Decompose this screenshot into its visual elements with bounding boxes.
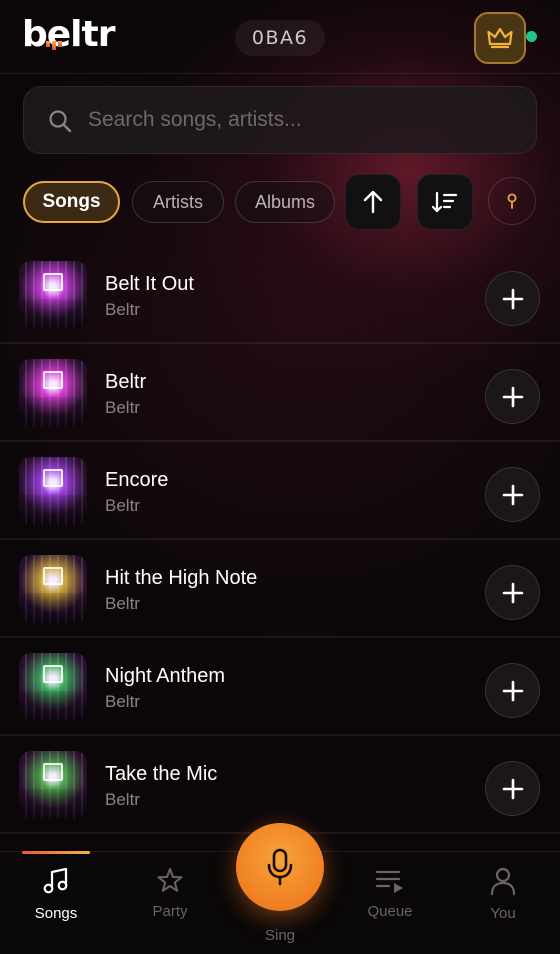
song-row[interactable]: Belt It Out Beltr (0, 246, 560, 344)
song-artist: Beltr (105, 790, 140, 809)
add-to-queue-button[interactable] (485, 467, 540, 522)
song-row[interactable]: Take the Mic Beltr (0, 736, 560, 834)
song-artist: Beltr (105, 594, 140, 613)
song-artwork (19, 359, 87, 427)
song-row[interactable]: Hit the High Note Beltr (0, 540, 560, 638)
song-list: Belt It Out Beltr Beltr Beltr Encore Beltr Hit… (0, 246, 560, 834)
song-title: Encore (105, 469, 169, 491)
song-artist: Beltr (105, 300, 140, 319)
song-artwork (19, 653, 87, 721)
pin-filter-button[interactable] (488, 177, 536, 225)
crown-icon (487, 27, 513, 49)
song-title: Take the Mic (105, 763, 218, 785)
pin-icon (507, 193, 517, 209)
nav-you-label: You (490, 905, 516, 922)
app-header: beltr 0BA6 (0, 0, 560, 74)
search-input[interactable] (88, 87, 518, 153)
song-row[interactable]: Beltr Beltr (0, 344, 560, 442)
star-icon (157, 868, 183, 892)
plus-icon (502, 288, 523, 309)
user-icon (490, 867, 516, 896)
add-to-queue-button[interactable] (485, 663, 540, 718)
plus-icon (502, 582, 523, 603)
add-to-queue-button[interactable] (485, 271, 540, 326)
sing-label: Sing (264, 927, 296, 944)
nav-active-indicator (22, 851, 90, 854)
plus-icon (502, 680, 523, 701)
search-bar[interactable] (23, 86, 537, 154)
sort-options-button[interactable] (417, 174, 473, 230)
sort-direction-button[interactable] (345, 174, 401, 230)
add-to-queue-button[interactable] (485, 565, 540, 620)
filter-chip-albums[interactable]: Albums (235, 181, 335, 223)
add-to-queue-button[interactable] (485, 369, 540, 424)
nav-songs-label: Songs (34, 905, 78, 922)
song-title: Hit the High Note (105, 567, 258, 589)
add-to-queue-button[interactable] (485, 761, 540, 816)
song-row[interactable]: Night Anthem Beltr (0, 638, 560, 736)
app-logo: beltr (22, 14, 115, 56)
song-title: Belt It Out (105, 273, 194, 295)
song-artist: Beltr (105, 692, 140, 711)
plus-icon (502, 484, 523, 505)
music-note-icon (43, 867, 68, 894)
arrow-up-icon (363, 190, 383, 214)
logo-text: beltr (22, 14, 115, 55)
plus-icon (502, 386, 523, 407)
room-code-badge[interactable]: 0BA6 (235, 20, 325, 56)
nav-party[interactable]: Party (125, 866, 215, 920)
online-status-dot (526, 31, 537, 42)
song-title: Night Anthem (105, 665, 226, 687)
sort-list-icon (432, 191, 458, 213)
song-artwork (19, 751, 87, 819)
song-artwork (19, 261, 87, 329)
song-row[interactable]: Encore Beltr (0, 442, 560, 540)
sing-button[interactable] (236, 823, 324, 911)
nav-queue[interactable]: Queue (345, 866, 435, 920)
song-artwork (19, 457, 87, 525)
song-artist: Beltr (105, 398, 140, 417)
song-title: Beltr (105, 371, 147, 393)
search-icon (49, 110, 72, 133)
nav-you[interactable]: You (458, 866, 548, 922)
filter-chip-songs[interactable]: Songs (23, 181, 120, 223)
filter-chip-artists[interactable]: Artists (132, 181, 224, 223)
queue-icon (375, 870, 403, 893)
microphone-icon (267, 848, 293, 886)
nav-queue-label: Queue (367, 903, 413, 920)
logo-equalizer-icon (46, 41, 62, 50)
nav-party-label: Party (152, 903, 188, 920)
premium-button[interactable] (474, 12, 526, 64)
plus-icon (502, 778, 523, 799)
song-artwork (19, 555, 87, 623)
song-artist: Beltr (105, 496, 140, 515)
nav-songs[interactable]: Songs (11, 866, 101, 922)
